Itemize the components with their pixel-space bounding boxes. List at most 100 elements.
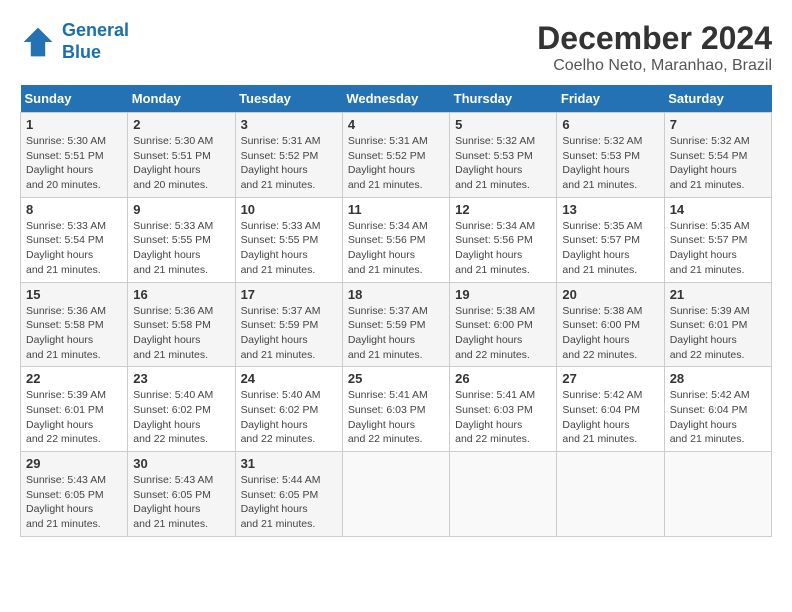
calendar-cell: 8Sunrise: 5:33 AMSunset: 5:54 PMDaylight… (21, 197, 128, 282)
day-number: 16 (133, 287, 229, 302)
day-detail: Sunrise: 5:42 AMSunset: 6:04 PMDaylight … (562, 388, 658, 447)
calendar-cell (664, 452, 771, 537)
day-detail: Sunrise: 5:34 AMSunset: 5:56 PMDaylight … (455, 219, 551, 278)
day-number: 5 (455, 117, 551, 132)
day-number: 29 (26, 456, 122, 471)
calendar-cell (342, 452, 449, 537)
calendar-cell: 22 Sunrise: 5:39 AMSunset: 6:01 PMDayligh… (21, 367, 128, 452)
weekday-header-monday: Monday (128, 85, 235, 113)
calendar-cell: 18 Sunrise: 5:37 AMSunset: 5:59 PMDayligh… (342, 282, 449, 367)
day-detail: Sunrise: 5:44 AMSunset: 6:05 PMDaylight … (241, 473, 337, 532)
month-title: December 2024 (537, 20, 772, 57)
day-detail: Sunrise: 5:36 AMSunset: 5:58 PMDaylight … (26, 304, 122, 363)
day-number: 9 (133, 202, 229, 217)
calendar-cell: 14 Sunrise: 5:35 AMSunset: 5:57 PMDayligh… (664, 197, 771, 282)
day-detail: Sunrise: 5:38 AMSunset: 6:00 PMDaylight … (562, 304, 658, 363)
day-number: 21 (670, 287, 766, 302)
day-detail: Sunrise: 5:39 AMSunset: 6:01 PMDaylight … (26, 388, 122, 447)
day-number: 13 (562, 202, 658, 217)
weekday-header-wednesday: Wednesday (342, 85, 449, 113)
day-number: 22 (26, 371, 122, 386)
calendar-cell: 10Sunrise: 5:33 AMSunset: 5:55 PMDayligh… (235, 197, 342, 282)
day-detail: Sunrise: 5:33 AMSunset: 5:55 PMDaylight … (133, 219, 229, 278)
weekday-header-saturday: Saturday (664, 85, 771, 113)
calendar-cell: 31 Sunrise: 5:44 AMSunset: 6:05 PMDayligh… (235, 452, 342, 537)
calendar-week-4: 22 Sunrise: 5:39 AMSunset: 6:01 PMDayligh… (21, 367, 772, 452)
calendar-cell: 30Sunrise: 5:43 AMSunset: 6:05 PMDayligh… (128, 452, 235, 537)
weekday-header-row: SundayMondayTuesdayWednesdayThursdayFrid… (21, 85, 772, 113)
day-number: 27 (562, 371, 658, 386)
day-number: 14 (670, 202, 766, 217)
calendar-cell: 9 Sunrise: 5:33 AMSunset: 5:55 PMDaylight… (128, 197, 235, 282)
day-number: 1 (26, 117, 122, 132)
logo: General Blue (20, 20, 129, 63)
logo-line2: Blue (62, 42, 101, 62)
day-detail: Sunrise: 5:30 AMSunset: 5:51 PMDaylight … (133, 134, 229, 193)
calendar-week-1: 1 Sunrise: 5:30 AMSunset: 5:51 PMDaylight… (21, 113, 772, 198)
logo-icon (20, 24, 56, 60)
day-detail: Sunrise: 5:40 AMSunset: 6:02 PMDaylight … (133, 388, 229, 447)
logo-line1: General (62, 20, 129, 40)
title-area: December 2024 Coelho Neto, Maranhao, Bra… (537, 20, 772, 75)
calendar-cell (557, 452, 664, 537)
calendar-cell: 5 Sunrise: 5:32 AMSunset: 5:53 PMDaylight… (450, 113, 557, 198)
day-detail: Sunrise: 5:32 AMSunset: 5:53 PMDaylight … (455, 134, 551, 193)
calendar-cell: 19 Sunrise: 5:38 AMSunset: 6:00 PMDayligh… (450, 282, 557, 367)
day-detail: Sunrise: 5:42 AMSunset: 6:04 PMDaylight … (670, 388, 766, 447)
calendar-cell: 16Sunrise: 5:36 AMSunset: 5:58 PMDayligh… (128, 282, 235, 367)
calendar-week-3: 15 Sunrise: 5:36 AMSunset: 5:58 PMDayligh… (21, 282, 772, 367)
day-number: 23 (133, 371, 229, 386)
day-number: 12 (455, 202, 551, 217)
weekday-header-friday: Friday (557, 85, 664, 113)
day-number: 17 (241, 287, 337, 302)
calendar-cell: 7Sunrise: 5:32 AMSunset: 5:54 PMDaylight… (664, 113, 771, 198)
day-number: 15 (26, 287, 122, 302)
weekday-header-sunday: Sunday (21, 85, 128, 113)
day-detail: Sunrise: 5:37 AMSunset: 5:59 PMDaylight … (241, 304, 337, 363)
weekday-header-tuesday: Tuesday (235, 85, 342, 113)
day-detail: Sunrise: 5:38 AMSunset: 6:00 PMDaylight … (455, 304, 551, 363)
weekday-header-thursday: Thursday (450, 85, 557, 113)
day-number: 2 (133, 117, 229, 132)
day-number: 30 (133, 456, 229, 471)
day-detail: Sunrise: 5:32 AMSunset: 5:54 PMDaylight … (670, 134, 766, 193)
day-number: 18 (348, 287, 444, 302)
calendar-cell (450, 452, 557, 537)
calendar-cell: 23 Sunrise: 5:40 AMSunset: 6:02 PMDayligh… (128, 367, 235, 452)
calendar-cell: 26Sunrise: 5:41 AMSunset: 6:03 PMDayligh… (450, 367, 557, 452)
day-detail: Sunrise: 5:32 AMSunset: 5:53 PMDaylight … (562, 134, 658, 193)
calendar-table: SundayMondayTuesdayWednesdayThursdayFrid… (20, 85, 772, 537)
day-detail: Sunrise: 5:41 AMSunset: 6:03 PMDaylight … (455, 388, 551, 447)
calendar-cell: 29 Sunrise: 5:43 AMSunset: 6:05 PMDayligh… (21, 452, 128, 537)
calendar-week-2: 8Sunrise: 5:33 AMSunset: 5:54 PMDaylight… (21, 197, 772, 282)
day-number: 11 (348, 202, 444, 217)
day-number: 28 (670, 371, 766, 386)
day-detail: Sunrise: 5:39 AMSunset: 6:01 PMDaylight … (670, 304, 766, 363)
day-detail: Sunrise: 5:37 AMSunset: 5:59 PMDaylight … (348, 304, 444, 363)
calendar-cell: 20 Sunrise: 5:38 AMSunset: 6:00 PMDayligh… (557, 282, 664, 367)
day-detail: Sunrise: 5:31 AMSunset: 5:52 PMDaylight … (348, 134, 444, 193)
day-number: 25 (348, 371, 444, 386)
day-number: 20 (562, 287, 658, 302)
day-number: 19 (455, 287, 551, 302)
calendar-cell: 25Sunrise: 5:41 AMSunset: 6:03 PMDayligh… (342, 367, 449, 452)
calendar-week-5: 29 Sunrise: 5:43 AMSunset: 6:05 PMDayligh… (21, 452, 772, 537)
calendar-cell: 6Sunrise: 5:32 AMSunset: 5:53 PMDaylight… (557, 113, 664, 198)
day-number: 31 (241, 456, 337, 471)
calendar-cell: 24Sunrise: 5:40 AMSunset: 6:02 PMDayligh… (235, 367, 342, 452)
calendar-cell: 28 Sunrise: 5:42 AMSunset: 6:04 PMDayligh… (664, 367, 771, 452)
location-subtitle: Coelho Neto, Maranhao, Brazil (537, 57, 772, 75)
calendar-cell: 4Sunrise: 5:31 AMSunset: 5:52 PMDaylight… (342, 113, 449, 198)
calendar-cell: 2 Sunrise: 5:30 AMSunset: 5:51 PMDaylight… (128, 113, 235, 198)
calendar-cell: 15 Sunrise: 5:36 AMSunset: 5:58 PMDayligh… (21, 282, 128, 367)
calendar-cell: 3Sunrise: 5:31 AMSunset: 5:52 PMDaylight… (235, 113, 342, 198)
day-detail: Sunrise: 5:35 AMSunset: 5:57 PMDaylight … (670, 219, 766, 278)
calendar-cell: 12 Sunrise: 5:34 AMSunset: 5:56 PMDayligh… (450, 197, 557, 282)
day-number: 10 (241, 202, 337, 217)
day-number: 8 (26, 202, 122, 217)
calendar-cell: 17 Sunrise: 5:37 AMSunset: 5:59 PMDayligh… (235, 282, 342, 367)
day-detail: Sunrise: 5:31 AMSunset: 5:52 PMDaylight … (241, 134, 337, 193)
day-detail: Sunrise: 5:43 AMSunset: 6:05 PMDaylight … (26, 473, 122, 532)
calendar-cell: 1Sunrise: 5:30 AMSunset: 5:51 PMDaylight… (21, 113, 128, 198)
logo-text: General Blue (62, 20, 129, 63)
